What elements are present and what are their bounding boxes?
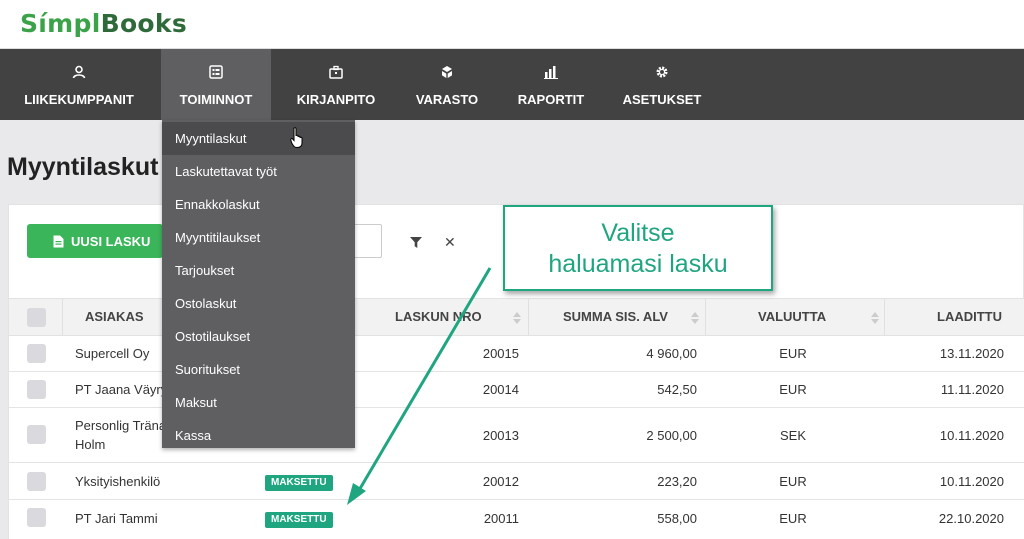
customer-name[interactable]: Yksityishenkilö: [75, 474, 160, 489]
user-icon: [0, 65, 158, 79]
bar-chart-icon: [506, 65, 596, 79]
invoice-number: 20013: [482, 428, 519, 443]
menu-item-suoritukset[interactable]: Suoritukset: [162, 353, 355, 386]
table-row[interactable]: Yksityishenkilö MAKSETTU 20012 223,20 EU…: [9, 463, 1024, 500]
hand-cursor-icon: [290, 127, 306, 154]
document-icon: [53, 235, 64, 251]
status-badge: MAKSETTU: [265, 512, 333, 528]
invoice-currency: EUR: [779, 474, 807, 489]
briefcase-icon: [282, 65, 390, 79]
invoice-date: 11.11.2020: [940, 382, 1004, 397]
invoice-date: 10.11.2020: [939, 474, 1004, 489]
row-checkbox[interactable]: [27, 508, 46, 527]
gear-icon: [614, 65, 710, 79]
row-checkbox[interactable]: [27, 472, 46, 491]
top-bar: SímplBooks: [0, 0, 1024, 49]
new-invoice-label: UUSI LASKU: [71, 234, 151, 249]
callout-line2: haluamasi lasku: [548, 250, 728, 278]
row-checkbox[interactable]: [27, 425, 46, 444]
invoice-currency: EUR: [779, 382, 807, 397]
logo[interactable]: SímplBooks: [20, 9, 187, 38]
column-header-laadittu[interactable]: LAADITTU: [937, 299, 1002, 335]
nav-label: LIIKEKUMPPANIT: [24, 92, 134, 107]
customer-name[interactable]: PT Jari Tammi: [75, 511, 158, 526]
nav-item-varasto[interactable]: VARASTO: [404, 49, 490, 120]
main-nav: LIIKEKUMPPANIT TOIMINNOT KIRJANPITO VARA…: [0, 49, 1024, 120]
page-title: Myyntilaskut: [7, 153, 159, 181]
customer-name-line2[interactable]: Holm: [75, 437, 105, 452]
invoice-number: 20011: [483, 511, 519, 526]
invoice-date: 13.11.2020: [939, 346, 1004, 361]
invoice-currency: SEK: [779, 428, 806, 443]
invoice-amount: 223,20: [657, 474, 697, 489]
sort-icon[interactable]: [691, 311, 699, 324]
nav-label: VARASTO: [415, 92, 479, 107]
sort-icon[interactable]: [513, 311, 521, 324]
column-header-summa[interactable]: SUMMA SIS. ALV: [563, 299, 668, 335]
customer-name[interactable]: Personlig Träna: [75, 418, 166, 433]
logo-text-books: Books: [100, 9, 188, 38]
invoice-number: 20015: [482, 346, 519, 361]
select-all-checkbox[interactable]: [27, 308, 46, 327]
list-icon: [161, 65, 271, 79]
status-badge: MAKSETTU: [265, 475, 333, 491]
row-checkbox[interactable]: [27, 344, 46, 363]
invoice-amount: 2 500,00: [646, 428, 697, 443]
column-header-valuutta[interactable]: VALUUTTA: [758, 299, 826, 335]
invoice-currency: EUR: [779, 511, 807, 526]
nav-label: KIRJANPITO: [296, 92, 376, 107]
menu-item-ostolaskut[interactable]: Ostolaskut: [162, 287, 355, 320]
column-header-asiakas[interactable]: ASIAKAS: [85, 299, 144, 335]
invoice-number: 20012: [482, 474, 519, 489]
nav-item-raportit[interactable]: RAPORTIT: [506, 49, 596, 120]
nav-label: TOIMINNOT: [179, 92, 253, 107]
menu-item-myyntilaskut[interactable]: Myyntilaskut: [162, 122, 355, 155]
logo-text-simpl: Símpl: [20, 9, 101, 38]
menu-item-laskutettavat-tyot[interactable]: Laskutettavat työt: [162, 155, 355, 188]
nav-item-liikekumppanit[interactable]: LIIKEKUMPPANIT: [0, 49, 158, 120]
menu-item-ostotilaukset[interactable]: Ostotilaukset: [162, 320, 355, 353]
nav-item-toiminnot[interactable]: TOIMINNOT: [161, 49, 271, 120]
invoice-number: 20014: [482, 382, 519, 397]
invoice-amount: 4 960,00: [646, 346, 697, 361]
sort-icon[interactable]: [871, 311, 879, 324]
menu-item-maksut[interactable]: Maksut: [162, 386, 355, 419]
nav-item-asetukset[interactable]: ASETUKSET: [614, 49, 710, 120]
new-invoice-button[interactable]: UUSI LASKU: [27, 224, 163, 258]
invoice-amount: 542,50: [657, 382, 697, 397]
nav-label: ASETUKSET: [622, 92, 702, 107]
menu-item-tarjoukset[interactable]: Tarjoukset: [162, 254, 355, 287]
boxes-icon: [404, 65, 490, 79]
column-header-laskun-nro[interactable]: LASKUN NRO: [395, 299, 482, 335]
invoice-date: 10.11.2020: [939, 428, 1004, 443]
invoice-date: 22.10.2020: [938, 511, 1004, 526]
row-checkbox[interactable]: [27, 380, 46, 399]
table-row[interactable]: PT Jari Tammi MAKSETTU 20011 558,00 EUR …: [9, 500, 1024, 539]
invoice-currency: EUR: [779, 346, 807, 361]
nav-label: RAPORTIT: [517, 92, 585, 107]
customer-name[interactable]: PT Jaana Väyry: [75, 382, 167, 397]
filter-icon[interactable]: [410, 235, 422, 253]
callout-line1: Valitse: [601, 219, 675, 247]
menu-item-myyntitilaukset[interactable]: Myyntitilaukset: [162, 221, 355, 254]
menu-item-ennakkolaskut[interactable]: Ennakkolaskut: [162, 188, 355, 221]
close-icon[interactable]: ✕: [444, 234, 456, 251]
nav-item-kirjanpito[interactable]: KIRJANPITO: [282, 49, 390, 120]
annotation-callout: Valitse haluamasi lasku: [503, 205, 773, 291]
invoice-amount: 558,00: [657, 511, 697, 526]
menu-item-kassa[interactable]: Kassa: [162, 419, 355, 452]
customer-name[interactable]: Supercell Oy: [75, 346, 149, 361]
toiminnot-dropdown-menu: Myyntilaskut Laskutettavat työt Ennakkol…: [162, 120, 355, 448]
